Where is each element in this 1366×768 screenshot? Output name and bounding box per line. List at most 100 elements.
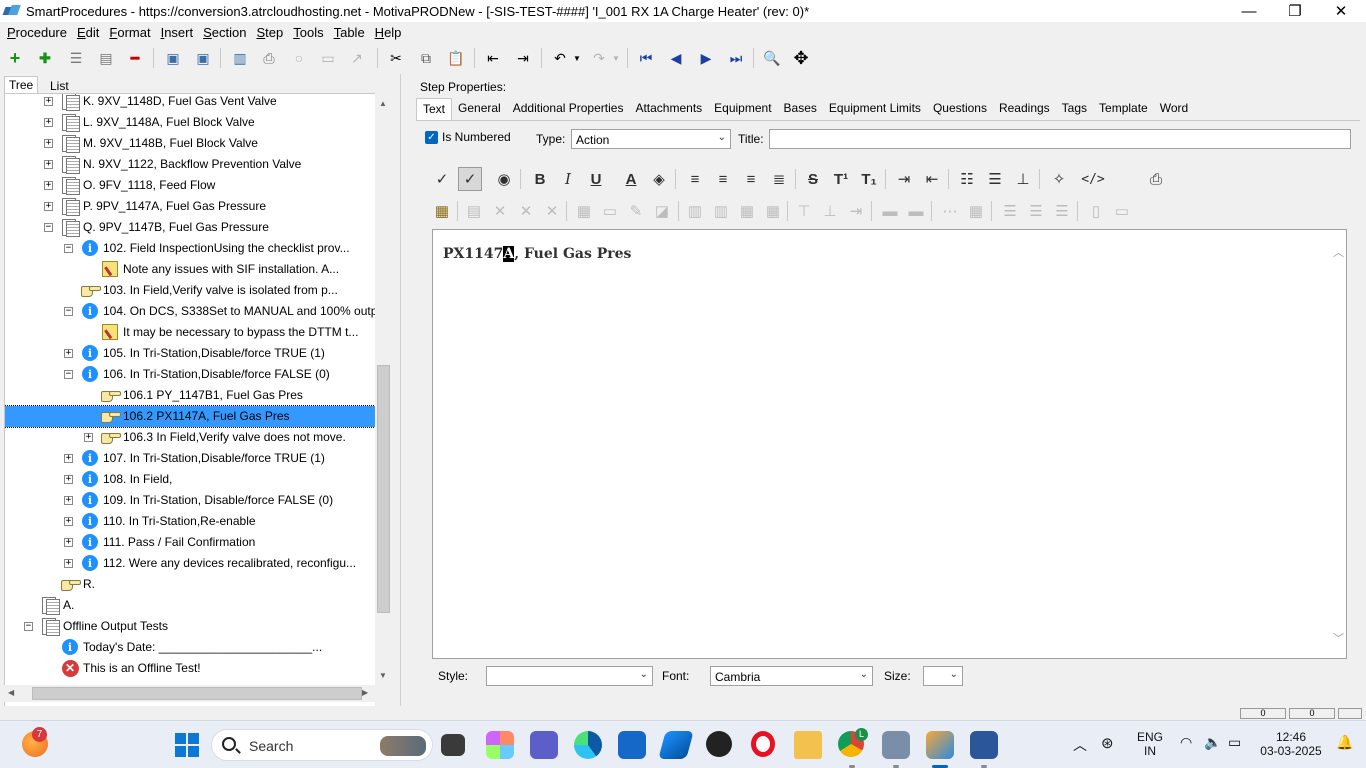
subscript-icon[interactable]: T₁ [857, 167, 881, 191]
superscript-icon[interactable]: T¹ [829, 167, 853, 191]
font-color-icon[interactable]: A [619, 167, 643, 191]
scroll-down-icon[interactable]: ▼ [379, 671, 387, 680]
tree-node[interactable]: − i 104. On DCS, S338Set to MANUAL and 100… [5, 301, 375, 322]
close-button[interactable]: ✕ [1318, 0, 1364, 22]
row-height-icon[interactable]: ▬ [878, 199, 902, 223]
menu-item-procedure[interactable]: Procedure [2, 25, 72, 40]
tree-node[interactable]: 106.1 PY_1147B1, Fuel Gas Pres [5, 385, 375, 406]
spell-check-icon[interactable]: ✓ [430, 167, 454, 191]
tree-node[interactable]: R. [5, 574, 375, 595]
wifi-icon[interactable]: ◠ [1180, 734, 1192, 751]
tree-node[interactable]: + O. 9FV_1118, Feed Flow [5, 175, 375, 196]
tree-node[interactable]: 106.2 PX1147A, Fuel Gas Pres [5, 405, 375, 428]
tree-node[interactable]: + i 108. In Field, [5, 469, 375, 490]
symbol-icon[interactable]: ◉ [492, 167, 516, 191]
tab-template[interactable]: Template [1093, 98, 1154, 120]
tree-node[interactable]: + L. 9XV_1148A, Fuel Block Valve [5, 112, 375, 133]
magic-wand-icon[interactable]: ✧ [1047, 167, 1071, 191]
tree-node[interactable]: + i 111. Pass / Fail Confirmation [5, 532, 375, 553]
tree-node[interactable]: + M. 9XV_1148B, Fuel Block Valve [5, 133, 375, 154]
menu-item-insert[interactable]: Insert [156, 25, 199, 40]
scroll-left-icon[interactable]: ◀ [8, 688, 14, 697]
store-icon[interactable] [618, 731, 646, 759]
expand-icon[interactable]: + [44, 202, 53, 211]
cell-fill-icon[interactable]: ◪ [650, 199, 674, 223]
insert-table-icon[interactable]: ▦ [430, 199, 454, 223]
expand-icon[interactable]: + [64, 517, 73, 526]
tree-vertical-scrollbar[interactable]: ▲ ▼ [375, 93, 392, 761]
find-icon[interactable]: 🔍 [762, 48, 782, 68]
tree-node[interactable]: + P. 9PV_1147A, Fuel Gas Pressure [5, 196, 375, 217]
smartprocedures-app-icon[interactable] [926, 731, 954, 759]
delete-icon[interactable]: ━ [125, 48, 145, 68]
table-grid-icon[interactable]: ▦ [964, 199, 988, 223]
type-select[interactable]: Action ⌄ [571, 129, 731, 149]
power-automate-icon[interactable] [658, 731, 694, 759]
edge-icon[interactable] [574, 731, 602, 759]
tab-readings[interactable]: Readings [993, 98, 1056, 120]
tab-additional-properties[interactable]: Additional Properties [507, 98, 630, 120]
undo-dropdown-icon[interactable]: ▼ [567, 48, 587, 68]
cell-align-center-icon[interactable]: ☰ [1024, 199, 1048, 223]
table-border-icon[interactable]: ⋯ [938, 199, 962, 223]
tab-list[interactable]: List [46, 78, 73, 94]
justify-icon[interactable]: ≣ [767, 167, 791, 191]
cell-properties-icon[interactable]: ▭ [598, 199, 622, 223]
tree-node[interactable]: i Today's Date: _______________________..… [5, 637, 375, 658]
expand-icon[interactable]: + [44, 97, 53, 106]
procedure-tree[interactable]: + K. 9XV_1148D, Fuel Gas Vent Valve + L. 9X… [4, 93, 376, 761]
auto-spell-check-icon[interactable]: ✓ [458, 167, 482, 191]
tree-node[interactable]: A. [5, 595, 375, 616]
move-icon[interactable]: ✥ [791, 48, 811, 68]
minimize-button[interactable]: — [1226, 0, 1272, 22]
menu-item-tools[interactable]: Tools [288, 25, 328, 40]
align-center-icon[interactable]: ≡ [711, 167, 735, 191]
scroll-right-icon[interactable]: ▶ [362, 688, 368, 697]
tree-node[interactable]: +106.3 In Field,Verify valve does not mo… [5, 427, 375, 448]
collapse-icon[interactable]: − [64, 244, 73, 253]
network-status-icon[interactable]: ⊛ [1101, 734, 1114, 752]
table-icon[interactable]: ▤ [462, 199, 486, 223]
menu-item-edit[interactable]: Edit [72, 25, 104, 40]
collapse-icon[interactable]: − [64, 307, 73, 316]
editor-scroll-up-icon[interactable]: ︿ [1333, 244, 1344, 260]
tab-equipment-limits[interactable]: Equipment Limits [823, 98, 927, 120]
table-properties-icon[interactable]: ▦ [572, 199, 596, 223]
cell-align-right-icon[interactable]: ☰ [1050, 199, 1074, 223]
tab-attachments[interactable]: Attachments [629, 98, 708, 120]
last-step-icon[interactable]: ⏭ [726, 48, 746, 68]
view-icon[interactable]: ▭ [318, 48, 338, 68]
highlight-color-icon[interactable]: ◈ [647, 167, 671, 191]
menu-item-help[interactable]: Help [370, 25, 407, 40]
redirect-icon[interactable]: ↗ [347, 48, 367, 68]
decrease-indent-icon[interactable]: ⇤ [920, 167, 944, 191]
delete-row-icon[interactable]: ✕ [540, 199, 564, 223]
next-step-icon[interactable]: ▶ [696, 48, 716, 68]
copilot-icon[interactable] [486, 731, 514, 759]
redo-dropdown-icon[interactable]: ▼ [606, 48, 626, 68]
row-properties-icon[interactable]: ⇥ [844, 199, 868, 223]
align-right-icon[interactable]: ≡ [739, 167, 763, 191]
tab-word[interactable]: Word [1154, 98, 1194, 120]
insert-column-left-icon[interactable]: ▥ [683, 199, 707, 223]
merge-cells-icon[interactable]: ▦ [735, 199, 759, 223]
collapse-icon[interactable]: − [44, 223, 53, 232]
print-icon[interactable]: ⎙ [259, 48, 279, 68]
expand-icon[interactable]: + [64, 538, 73, 547]
insert-line-icon[interactable]: ⊥ [1011, 167, 1035, 191]
editor-content[interactable]: PX1147A, Fuel Gas Pres [443, 246, 631, 262]
save-icon[interactable]: ▣ [193, 48, 213, 68]
align-left-icon[interactable]: ≡ [683, 167, 707, 191]
italic-icon[interactable]: I [556, 167, 580, 191]
tree-node[interactable]: + K. 9XV_1148D, Fuel Gas Vent Valve [5, 94, 375, 112]
tree-node[interactable]: + i 110. In Tri-Station,Re-enable [5, 511, 375, 532]
remote-app-icon[interactable] [882, 731, 910, 759]
teams-icon[interactable] [530, 731, 558, 759]
clock[interactable]: 12:46 03-03-2025 [1258, 730, 1324, 758]
tree-node[interactable]: + i 107. In Tri-Station,Disable/force TRUE… [5, 448, 375, 469]
font-select[interactable]: Cambria ⌄ [710, 666, 873, 686]
list-icon[interactable]: ☰ [66, 48, 86, 68]
expand-icon[interactable]: + [64, 496, 73, 505]
vertical-scroll-thumb[interactable] [377, 365, 390, 613]
publish-icon[interactable]: ▥ [230, 48, 250, 68]
